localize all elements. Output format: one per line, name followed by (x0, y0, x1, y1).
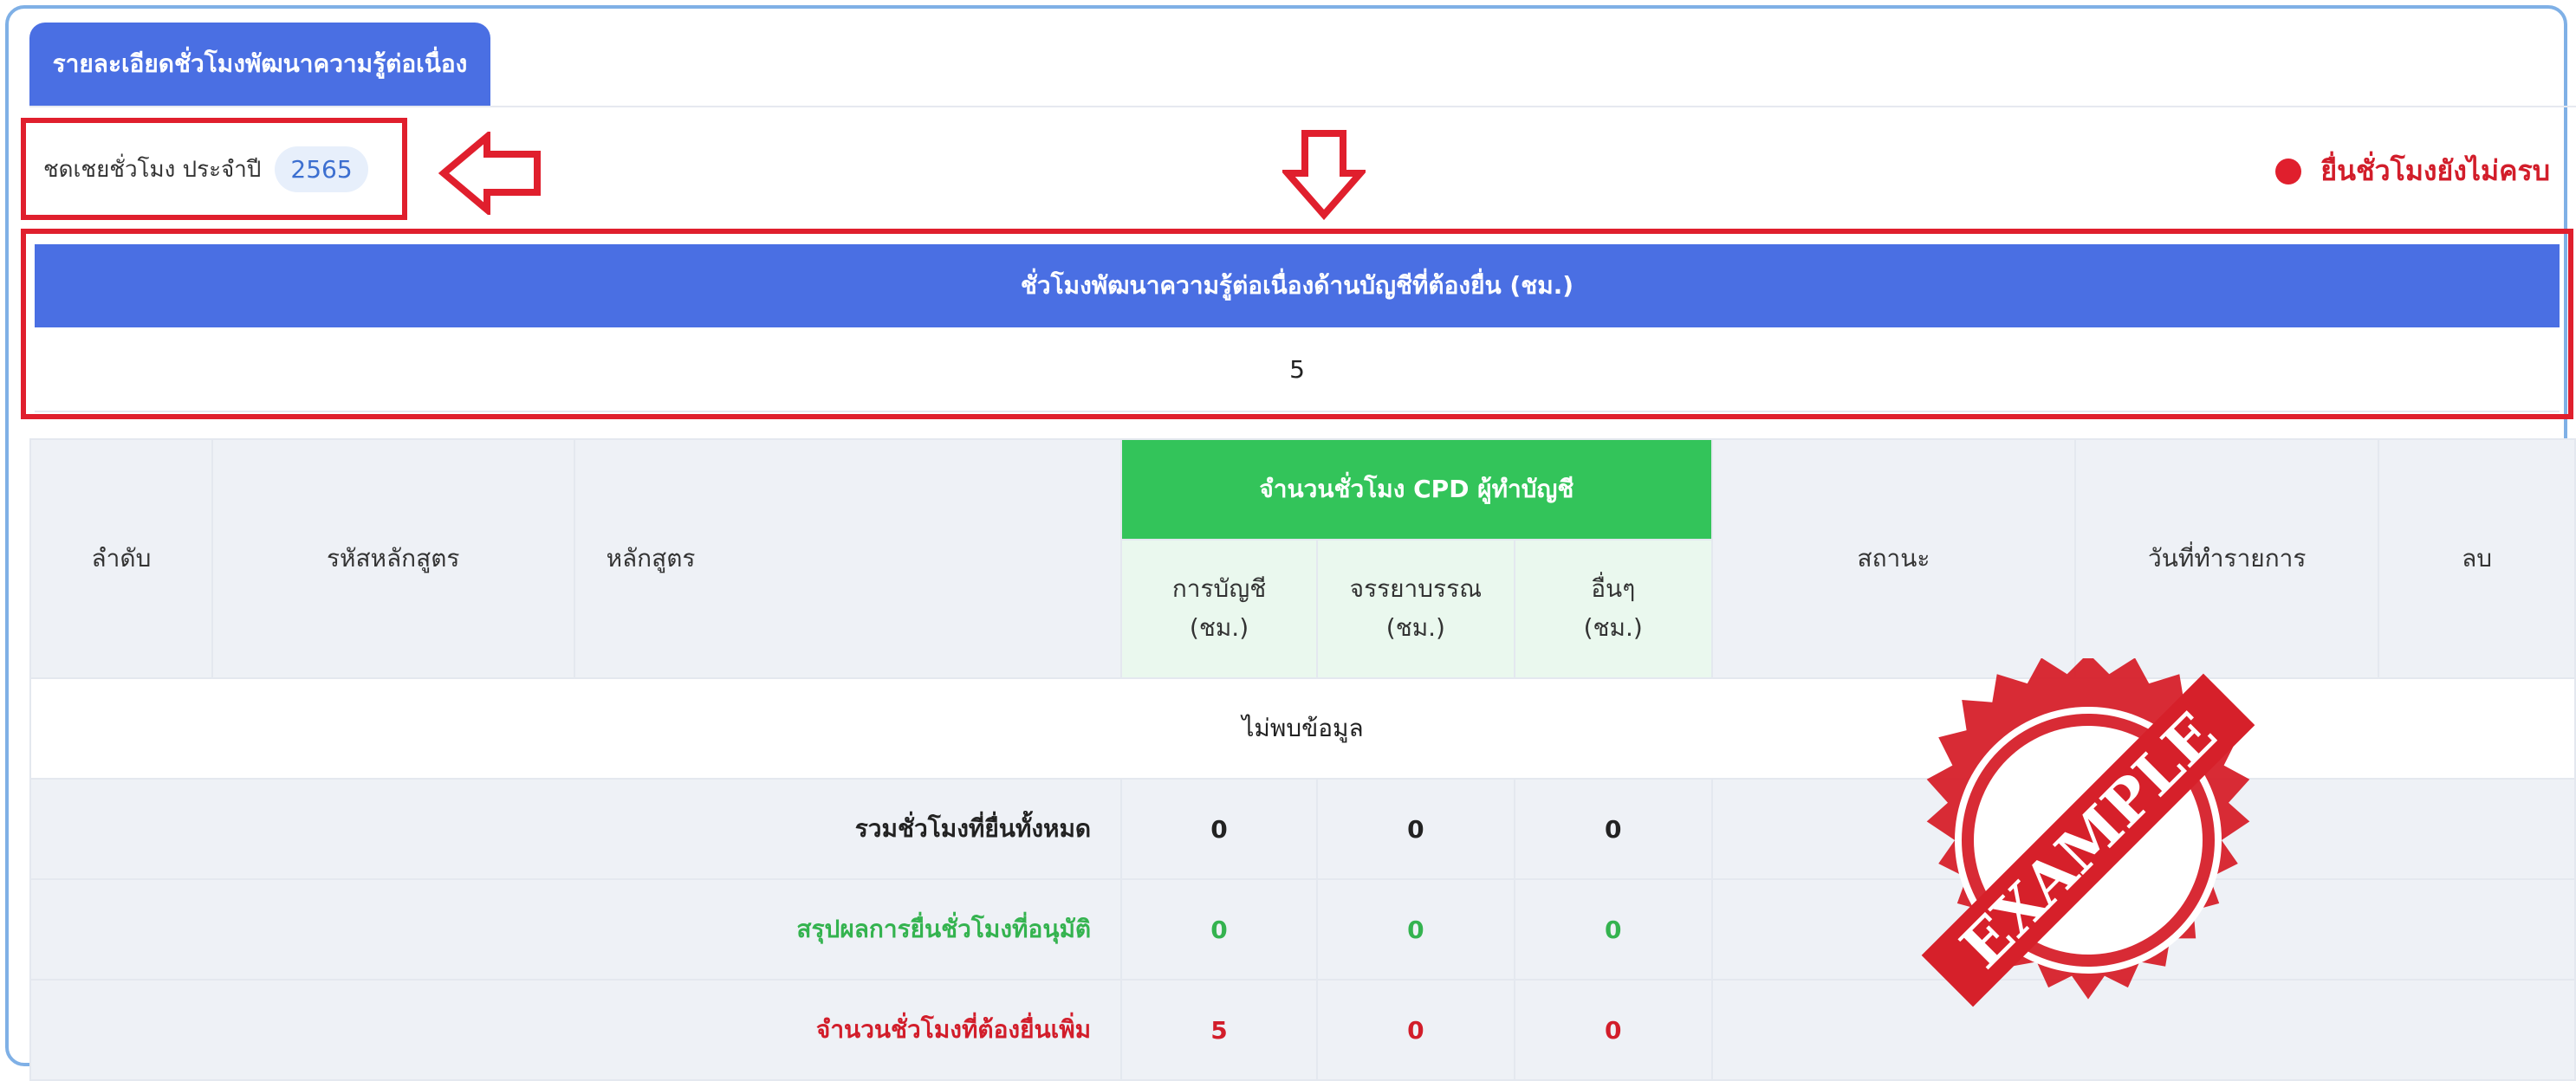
col-accounting: การบัญชี (ชม.) (1120, 539, 1318, 679)
status-dot-icon (2275, 158, 2302, 184)
approved-accounting: 0 (1120, 878, 1318, 981)
remaining-other: 0 (1513, 979, 1713, 1081)
down-arrow-icon (1282, 130, 1366, 220)
total-other: 0 (1513, 778, 1713, 880)
col-other-unit: (ชม.) (1583, 613, 1643, 642)
left-arrow-icon (438, 132, 541, 215)
remaining-label: จำนวนชั่วโมงที่ต้องยื่นเพิ่ม (29, 979, 1123, 1081)
remaining-ethics: 0 (1315, 979, 1515, 1081)
col-order: ลำดับ (29, 438, 213, 679)
col-ethics-unit: (ชม.) (1385, 613, 1445, 642)
col-other-label: อื่นๆ (1591, 574, 1636, 604)
tab-cpd-details[interactable]: รายละเอียดชั่วโมงพัฒนาความรู้ต่อเนื่อง (29, 23, 490, 106)
remaining-accounting: 5 (1120, 979, 1318, 1081)
required-hours-value: 5 (35, 327, 2560, 412)
submission-status: ยื่นชั่วโมงยังไม่ครบ (2275, 149, 2550, 193)
col-status: สถานะ (1710, 438, 2077, 679)
total-accounting: 0 (1120, 778, 1318, 880)
col-accounting-unit: (ชม.) (1189, 613, 1249, 642)
year-badge: 2565 (275, 146, 368, 192)
required-hours-title: ชั่วโมงพัฒนาความรู้ต่อเนื่องด้านบัญชีที่… (35, 244, 2560, 327)
total-ethics: 0 (1315, 778, 1515, 880)
col-cpd-group: จำนวนชั่วโมง CPD ผู้ทำบัญชี (1120, 438, 1713, 540)
col-course-code: รหัสหลักสูตร (211, 438, 575, 679)
col-ethics: จรรยาบรรณ (ชม.) (1315, 539, 1515, 679)
status-text: ยื่นชั่วโมงยังไม่ครบ (2320, 154, 2550, 187)
col-delete: ลบ (2378, 438, 2576, 679)
col-other: อื่นๆ (ชม.) (1513, 539, 1713, 679)
total-submitted-label: รวมชั่วโมงที่ยื่นทั้งหมด (29, 778, 1123, 880)
col-accounting-label: การบัญชี (1171, 574, 1267, 604)
year-highlight-box: ชดเชยชั่วโมง ประจำปี 2565 (21, 118, 407, 220)
required-hours-box: ชั่วโมงพัฒนาความรู้ต่อเนื่องด้านบัญชีที่… (21, 229, 2573, 419)
col-date: วันที่ทำรายการ (2074, 438, 2380, 679)
example-stamp-icon: EXAMPLE (1921, 658, 2255, 1007)
approved-other: 0 (1513, 878, 1713, 981)
col-ethics-label: จรรยาบรรณ (1349, 574, 1483, 604)
tab-underline (29, 106, 2576, 107)
approved-label: สรุปผลการยื่นชั่วโมงที่อนุมัติ (29, 878, 1123, 981)
year-label: ชดเชยชั่วโมง ประจำปี (43, 156, 262, 183)
col-course: หลักสูตร (573, 438, 1123, 679)
approved-ethics: 0 (1315, 878, 1515, 981)
